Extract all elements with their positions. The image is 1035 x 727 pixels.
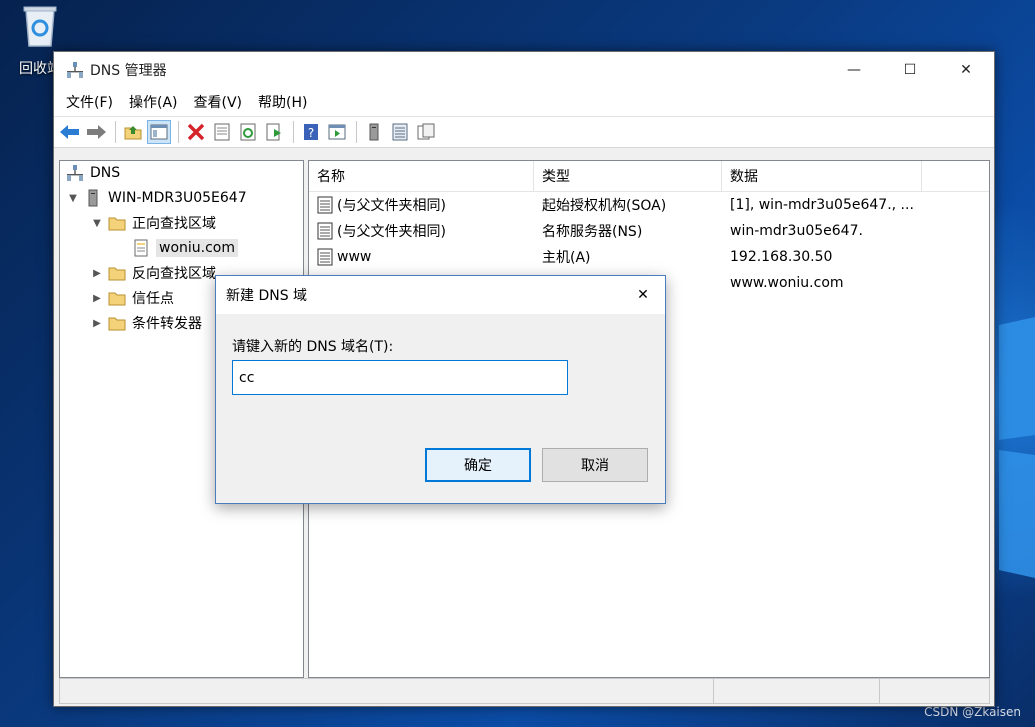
server-icon[interactable] — [362, 120, 386, 144]
title-bar[interactable]: DNS 管理器 — ☐ ✕ — [54, 52, 994, 88]
tree-label: WIN-MDR3U05E647 — [108, 190, 247, 206]
menu-file[interactable]: 文件(F) — [60, 92, 119, 112]
action-pane-icon[interactable] — [325, 120, 349, 144]
refresh-icon[interactable] — [236, 120, 260, 144]
record-icon — [317, 248, 333, 266]
up-folder-icon[interactable] — [121, 120, 145, 144]
record-data: win-mdr3u05e647. — [730, 223, 863, 239]
folder-icon — [108, 317, 126, 331]
new-dns-domain-dialog: 新建 DNS 域 ✕ 请键入新的 DNS 域名(T): 确定 取消 — [215, 275, 666, 504]
cancel-button[interactable]: 取消 — [542, 448, 648, 482]
watermark: CSDN @Zkaisen — [924, 705, 1021, 719]
record-icon — [317, 196, 333, 214]
dns-app-icon — [67, 62, 83, 78]
tree-label: 反向查找区域 — [132, 266, 216, 282]
windows-logo-icon — [999, 317, 1035, 578]
tree-node-server[interactable]: ▼ WIN-MDR3U05E647 — [66, 186, 247, 210]
delete-icon[interactable] — [184, 120, 208, 144]
column-header-data[interactable]: 数据 — [722, 161, 922, 191]
folder-icon — [108, 217, 126, 231]
chevron-right-icon[interactable]: ▶ — [90, 318, 104, 329]
tree-label: 正向查找区域 — [132, 216, 216, 232]
record-type: 起始授权机构(SOA) — [542, 198, 667, 214]
domain-name-input[interactable] — [232, 360, 568, 395]
recycle-bin-icon — [23, 6, 57, 47]
close-button[interactable]: ✕ — [938, 52, 994, 88]
tree-label: 条件转发器 — [132, 316, 202, 332]
tree-label: 信任点 — [132, 291, 174, 307]
minimize-button[interactable]: — — [826, 52, 882, 88]
menu-help[interactable]: 帮助(H) — [252, 92, 313, 112]
zone-file-icon — [134, 239, 148, 257]
maximize-button[interactable]: ☐ — [882, 52, 938, 88]
toolbar: ? — [54, 116, 994, 148]
status-segment — [714, 679, 880, 703]
record-data: www.woniu.com — [730, 275, 844, 291]
menu-bar: 文件(F) 操作(A) 查看(V) 帮助(H) — [54, 88, 994, 116]
column-header-type[interactable]: 类型 — [534, 161, 722, 191]
record-type: 主机(A) — [542, 250, 591, 266]
chevron-down-icon[interactable]: ▼ — [90, 218, 104, 229]
svg-text:?: ? — [308, 126, 314, 140]
tree-node-zone[interactable]: woniu.com — [132, 236, 239, 260]
ok-button[interactable]: 确定 — [425, 448, 531, 482]
domain-name-label: 请键入新的 DNS 域名(T): — [232, 339, 394, 355]
record-icon — [317, 222, 333, 240]
toolbar-separator — [115, 121, 116, 143]
tree-label: woniu.com — [156, 239, 239, 257]
server-icon — [88, 189, 98, 207]
folder-icon — [108, 292, 126, 306]
toolbar-separator — [178, 121, 179, 143]
show-hide-tree-icon[interactable] — [147, 120, 171, 144]
chevron-down-icon[interactable]: ▼ — [66, 193, 80, 204]
chevron-right-icon[interactable]: ▶ — [90, 293, 104, 304]
back-arrow-icon[interactable] — [58, 120, 82, 144]
dialog-title: 新建 DNS 域 — [226, 288, 308, 304]
copy-records-icon[interactable] — [414, 120, 438, 144]
record-type: 名称服务器(NS) — [542, 224, 643, 240]
toolbar-separator — [356, 121, 357, 143]
tree-node-forward-zones[interactable]: ▼ 正向查找区域 — [90, 211, 216, 235]
dialog-title-bar[interactable]: 新建 DNS 域 ✕ — [216, 276, 665, 314]
export-list-icon[interactable] — [262, 120, 286, 144]
properties-icon[interactable] — [210, 120, 234, 144]
zone-list-icon[interactable] — [388, 120, 412, 144]
list-header: 名称 类型 数据 — [309, 161, 989, 192]
dns-node-icon — [67, 165, 83, 181]
table-row[interactable]: (与父文件夹相同) 名称服务器(NS) win-mdr3u05e647. — [309, 218, 989, 244]
tree-node-trust-points[interactable]: ▶ 信任点 — [90, 286, 174, 310]
table-row[interactable]: (与父文件夹相同) 起始授权机构(SOA) [1], win-mdr3u05e6… — [309, 192, 989, 218]
record-name: (与父文件夹相同) — [337, 198, 446, 214]
table-row[interactable]: www 主机(A) 192.168.30.50 — [309, 244, 989, 270]
status-segment — [880, 679, 988, 703]
record-data: 192.168.30.50 — [730, 249, 833, 265]
window-title: DNS 管理器 — [90, 63, 167, 79]
tree-label: DNS — [90, 165, 121, 181]
menu-view[interactable]: 查看(V) — [188, 92, 249, 112]
folder-icon — [108, 267, 126, 281]
record-name: (与父文件夹相同) — [337, 224, 446, 240]
toolbar-separator — [293, 121, 294, 143]
menu-action[interactable]: 操作(A) — [123, 92, 184, 112]
chevron-right-icon[interactable]: ▶ — [90, 268, 104, 279]
tree-node-conditional-forwarders[interactable]: ▶ 条件转发器 — [90, 311, 202, 335]
record-name: www — [337, 249, 372, 265]
forward-arrow-icon[interactable] — [84, 120, 108, 144]
tree-node-dns[interactable]: DNS — [66, 161, 120, 185]
column-header-name[interactable]: 名称 — [309, 161, 534, 191]
help-icon[interactable]: ? — [299, 120, 323, 144]
tree-node-reverse-zones[interactable]: ▶ 反向查找区域 — [90, 261, 216, 285]
record-data: [1], win-mdr3u05e647., ... — [730, 197, 914, 213]
dialog-close-button[interactable]: ✕ — [621, 276, 665, 314]
status-bar — [59, 678, 990, 704]
status-segment — [60, 679, 714, 703]
